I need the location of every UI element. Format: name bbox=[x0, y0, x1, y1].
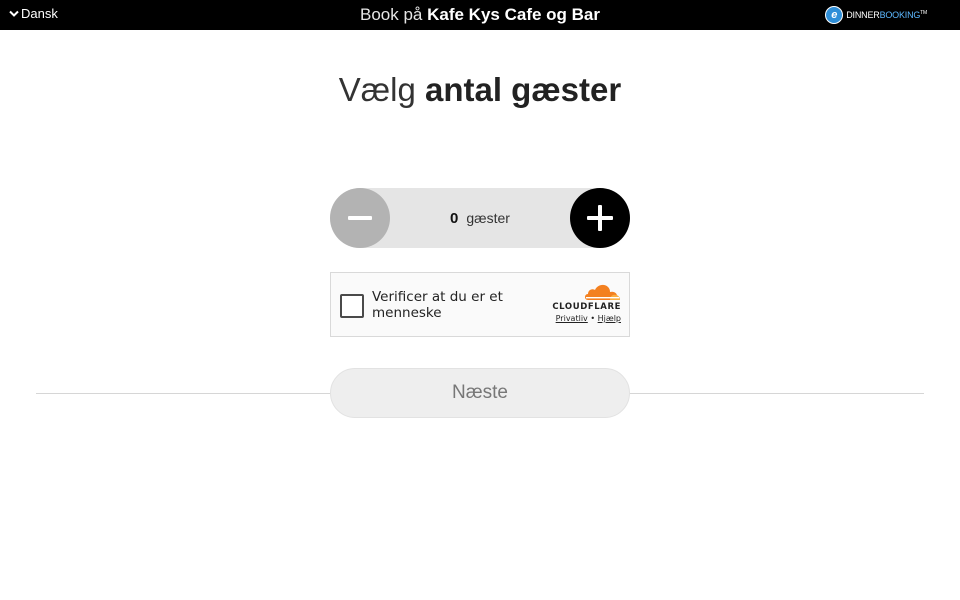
wordmark-part-dinner: DINNER bbox=[846, 10, 880, 20]
heading-bold: antal gæster bbox=[424, 71, 622, 108]
guest-count-stepper: 0 gæster bbox=[330, 188, 630, 248]
increase-guests-button[interactable] bbox=[570, 188, 630, 248]
dinnerbooking-logo-icon: e bbox=[825, 6, 844, 24]
human-verification-checkbox[interactable] bbox=[340, 294, 364, 318]
dinnerbooking-wordmark: DINNERBOOKINGTM bbox=[846, 10, 927, 20]
trademark-mark: TM bbox=[920, 10, 927, 16]
heading-light: Vælg bbox=[338, 71, 416, 108]
plus-icon bbox=[587, 205, 613, 231]
title-prefix: Book på bbox=[359, 5, 423, 24]
verification-label: Verificer at du er et menneske bbox=[372, 289, 503, 321]
restaurant-name: Kafe Kys Cafe og Bar bbox=[427, 5, 600, 24]
privacy-link[interactable]: Privatliv bbox=[556, 314, 588, 323]
cloudflare-wordmark: CLOUDFLARE bbox=[552, 302, 621, 312]
step-heading: Vælg antal gæster bbox=[0, 70, 960, 110]
guest-count-display: 0 gæster bbox=[390, 188, 570, 248]
cloudflare-links: Privatliv • Hjælp bbox=[541, 314, 621, 323]
page-title: Book på Kafe Kys Cafe og Bar bbox=[0, 5, 960, 25]
wordmark-part-booking: BOOKING bbox=[879, 10, 921, 20]
decrease-guests-button[interactable] bbox=[330, 188, 390, 248]
cloudflare-cloud-icon bbox=[585, 284, 620, 300]
dinnerbooking-logo[interactable]: e DINNERBOOKINGTM bbox=[825, 5, 927, 25]
next-button[interactable]: Næste bbox=[330, 368, 630, 418]
cloudflare-verification-widget: Verificer at du er et menneske CLOUDFLAR… bbox=[330, 272, 630, 337]
top-bar: Dansk Book på Kafe Kys Cafe og Bar e DIN… bbox=[0, 0, 960, 30]
cloudflare-branding: CLOUDFLARE Privatliv • Hjælp bbox=[541, 283, 621, 323]
guest-count-unit: gæster bbox=[466, 210, 510, 226]
guest-count-value: 0 bbox=[450, 209, 459, 227]
link-separator: • bbox=[590, 314, 596, 323]
help-link[interactable]: Hjælp bbox=[598, 314, 621, 323]
minus-icon bbox=[348, 216, 372, 220]
